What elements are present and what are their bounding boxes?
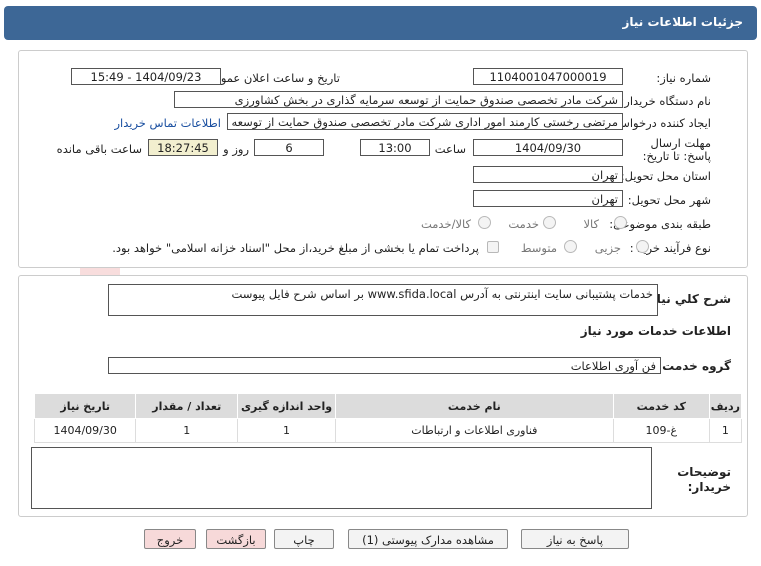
- page-header: جزئیات اطلاعات نیاز: [4, 6, 757, 40]
- cell-row: 1: [708, 418, 743, 443]
- col-code-header: کد خدمت: [612, 393, 710, 419]
- creator-field: مرتضی رخستی کارمند امور اداری شرکت مادر …: [227, 113, 623, 130]
- days-label: روز و: [223, 142, 249, 156]
- cell-unit: 1: [237, 418, 336, 443]
- treasury-payment-note: پرداخت تمام یا بخشی از مبلغ خرید،از محل …: [112, 241, 479, 255]
- services-section-title: اطلاعات خدمات مورد نياز: [580, 324, 731, 338]
- process-option-minor: جزیی: [594, 241, 621, 255]
- attachments-button[interactable]: مشاهده مدارک پیوستی (1): [348, 529, 508, 549]
- col-date-header: تاریخ نیاز: [33, 393, 137, 419]
- category-option-goods-service: کالا/خدمت: [420, 217, 471, 231]
- back-button[interactable]: بازگشت: [206, 529, 266, 549]
- deadline-time-label: ساعت: [434, 142, 466, 156]
- exit-button[interactable]: خروج: [144, 529, 196, 549]
- announce-datetime-field: 1404/09/23 - 15:49: [71, 68, 221, 85]
- category-option-service: خدمت: [508, 217, 539, 231]
- announce-label: تاریخ و ساعت اعلان عمومی:: [201, 71, 340, 85]
- col-name-header: نام خدمت: [335, 393, 614, 419]
- cell-code: غ-109: [612, 418, 710, 443]
- city-field: تهران: [473, 190, 623, 207]
- col-qty-header: تعداد / مقدار: [135, 393, 239, 419]
- time-remaining-field: 18:27:45: [148, 139, 218, 156]
- province-field: تهران: [473, 166, 623, 183]
- service-group-label: گروه خدمت:: [657, 359, 731, 373]
- deadline-label: مهلت ارسال پاسخ: تا تاریخ:: [642, 136, 711, 163]
- process-radio-minor[interactable]: [636, 240, 649, 253]
- treasury-payment-checkbox[interactable]: [487, 241, 499, 253]
- remaining-label: ساعت باقی مانده: [56, 142, 142, 156]
- buyer-notes-label: توضیحات خریدار:: [677, 465, 731, 494]
- process-radio-medium[interactable]: [564, 240, 577, 253]
- days-remaining-field: 6: [254, 139, 324, 156]
- buyer-contact-link[interactable]: اطلاعات تماس خریدار: [114, 116, 221, 130]
- buyer-label: نام دستگاه خریدار:: [620, 94, 711, 108]
- cell-name: فناوری اطلاعات و ارتباطات: [335, 418, 614, 443]
- cell-date: 1404/09/30: [33, 418, 137, 443]
- table-row: 1 غ-109 فناوری اطلاعات و ارتباطات 1 1 14…: [33, 418, 743, 443]
- page-title: جزئیات اطلاعات نیاز: [622, 15, 743, 29]
- buyer-field: شرکت مادر تخصصی صندوق حمایت از توسعه سرم…: [174, 91, 623, 108]
- category-radio-goods-service[interactable]: [478, 216, 491, 229]
- category-radio-goods[interactable]: [614, 216, 627, 229]
- category-option-goods: کالا: [583, 217, 599, 231]
- reply-button[interactable]: پاسخ به نیاز: [521, 529, 629, 549]
- process-option-medium: متوسط: [520, 241, 557, 255]
- summary-field: خدمات پشتیبانی سایت اینترنتی به آدرس www…: [108, 284, 658, 316]
- city-label: شهر محل تحویل:: [627, 193, 711, 207]
- need-number-field: 1104001047000019: [473, 68, 623, 85]
- province-label: استان محل تحویل:: [620, 169, 711, 183]
- col-unit-header: واحد اندازه گیری: [237, 393, 336, 419]
- print-button[interactable]: چاپ: [274, 529, 334, 549]
- services-table: ردیف کد خدمت نام خدمت واحد اندازه گیری ت…: [33, 393, 743, 443]
- buyer-notes-field[interactable]: [31, 447, 652, 509]
- service-group-field: فن آوری اطلاعات: [108, 357, 661, 374]
- deadline-date-field: 1404/09/30: [473, 139, 623, 156]
- cell-qty: 1: [135, 418, 239, 443]
- category-radio-service[interactable]: [543, 216, 556, 229]
- deadline-time-field: 13:00: [360, 139, 430, 156]
- need-number-label: شماره نیاز:: [656, 71, 711, 85]
- table-header-row: ردیف کد خدمت نام خدمت واحد اندازه گیری ت…: [33, 393, 743, 419]
- col-row-header: ردیف: [708, 393, 743, 419]
